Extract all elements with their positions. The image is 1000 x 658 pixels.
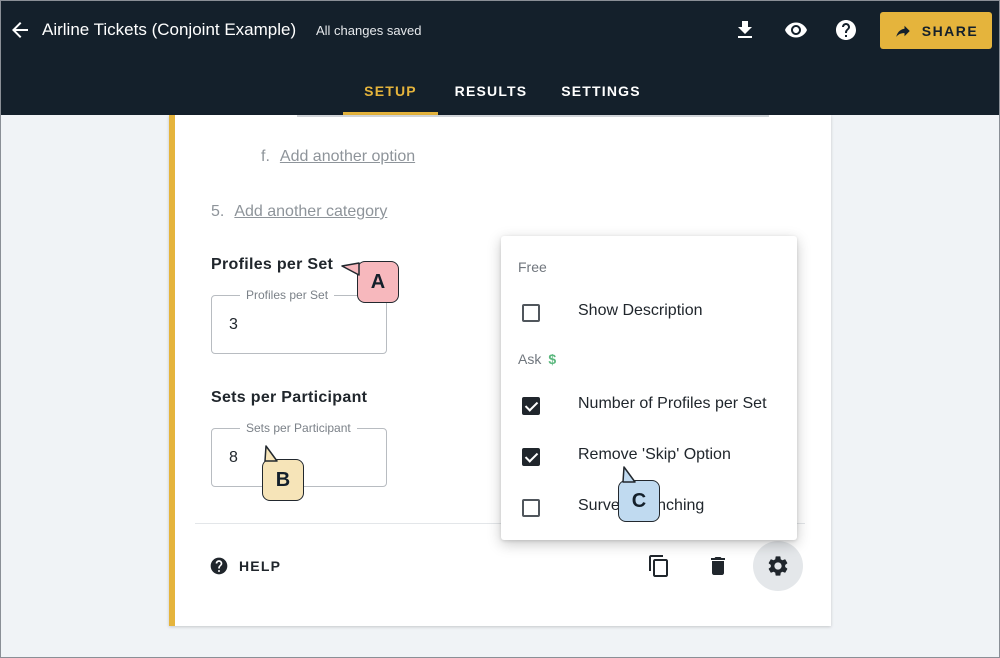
option-input-underline (297, 115, 769, 117)
download-icon[interactable] (733, 18, 757, 42)
gear-icon (768, 556, 788, 576)
help-label: HELP (239, 558, 282, 574)
callout-b-pointer (264, 445, 278, 462)
free-heading-label: Free (518, 259, 547, 275)
preview-eye-icon[interactable] (784, 18, 808, 42)
add-another-option-link[interactable]: Add another option (280, 148, 415, 165)
share-arrow-icon (895, 25, 910, 37)
callout-a: A (341, 261, 399, 303)
callout-c-pointer (622, 466, 636, 483)
free-section-heading: Free (518, 259, 547, 275)
settings-gear-button[interactable] (753, 541, 803, 591)
option-marker: f. (261, 148, 270, 165)
dollar-sign-icon: $ (548, 351, 557, 367)
ask-section-heading: Ask $ (518, 351, 556, 367)
add-another-category-link[interactable]: Add another category (234, 203, 387, 220)
menu-item-show-description[interactable]: Show Description (501, 292, 797, 332)
tab-settings[interactable]: SETTINGS (552, 65, 650, 115)
survey-branching-checkbox[interactable] (522, 499, 540, 517)
show-description-label: Show Description (578, 302, 703, 319)
ask-heading-label: Ask (518, 351, 542, 367)
help-circle-icon[interactable] (834, 18, 858, 42)
show-description-checkbox[interactable] (522, 304, 540, 322)
share-button[interactable]: SHARE (880, 12, 992, 49)
survey-title[interactable]: Airline Tickets (Conjoint Example) (42, 20, 296, 40)
sets-per-participant-heading: Sets per Participant (211, 389, 368, 406)
remove-skip-checkbox[interactable] (522, 448, 540, 466)
tab-results[interactable]: RESULTS (446, 65, 536, 115)
callout-c-letter: C (631, 489, 647, 512)
sets-per-participant-value[interactable]: 8 (229, 449, 238, 467)
sets-per-participant-field-label: Sets per Participant (240, 421, 357, 435)
top-bar: Airline Tickets (Conjoint Example) All c… (0, 0, 1000, 115)
profiles-per-set-field[interactable]: Profiles per Set 3 (211, 288, 387, 354)
tab-setup[interactable]: SETUP (343, 65, 438, 115)
callout-a-letter: A (370, 270, 386, 293)
number-of-profiles-checkbox[interactable] (522, 397, 540, 415)
help-button[interactable]: HELP (209, 556, 281, 576)
callout-b: B (262, 445, 304, 501)
add-category-row: 5. Add another category (211, 203, 387, 221)
save-status: All changes saved (316, 23, 422, 38)
share-button-label: SHARE (921, 22, 979, 39)
menu-item-number-of-profiles[interactable]: Number of Profiles per Set (501, 385, 797, 425)
main-tabs: SETUP RESULTS SETTINGS (0, 65, 1000, 115)
category-marker: 5. (211, 203, 225, 220)
callout-c: C (618, 466, 660, 522)
profiles-per-set-heading: Profiles per Set (211, 256, 334, 273)
callout-a-pointer (341, 262, 360, 276)
number-of-profiles-label: Number of Profiles per Set (578, 395, 767, 412)
profiles-per-set-field-label: Profiles per Set (240, 288, 335, 302)
delete-trash-icon[interactable] (706, 554, 730, 578)
help-circle-icon (210, 557, 228, 575)
remove-skip-label: Remove 'Skip' Option (578, 446, 731, 463)
menu-item-remove-skip[interactable]: Remove 'Skip' Option (501, 436, 797, 476)
duplicate-icon[interactable] (647, 554, 671, 578)
add-option-row: f. Add another option (261, 148, 415, 166)
callout-b-letter: B (275, 468, 291, 491)
profiles-per-set-value[interactable]: 3 (229, 316, 238, 334)
back-arrow-icon[interactable] (8, 18, 32, 42)
